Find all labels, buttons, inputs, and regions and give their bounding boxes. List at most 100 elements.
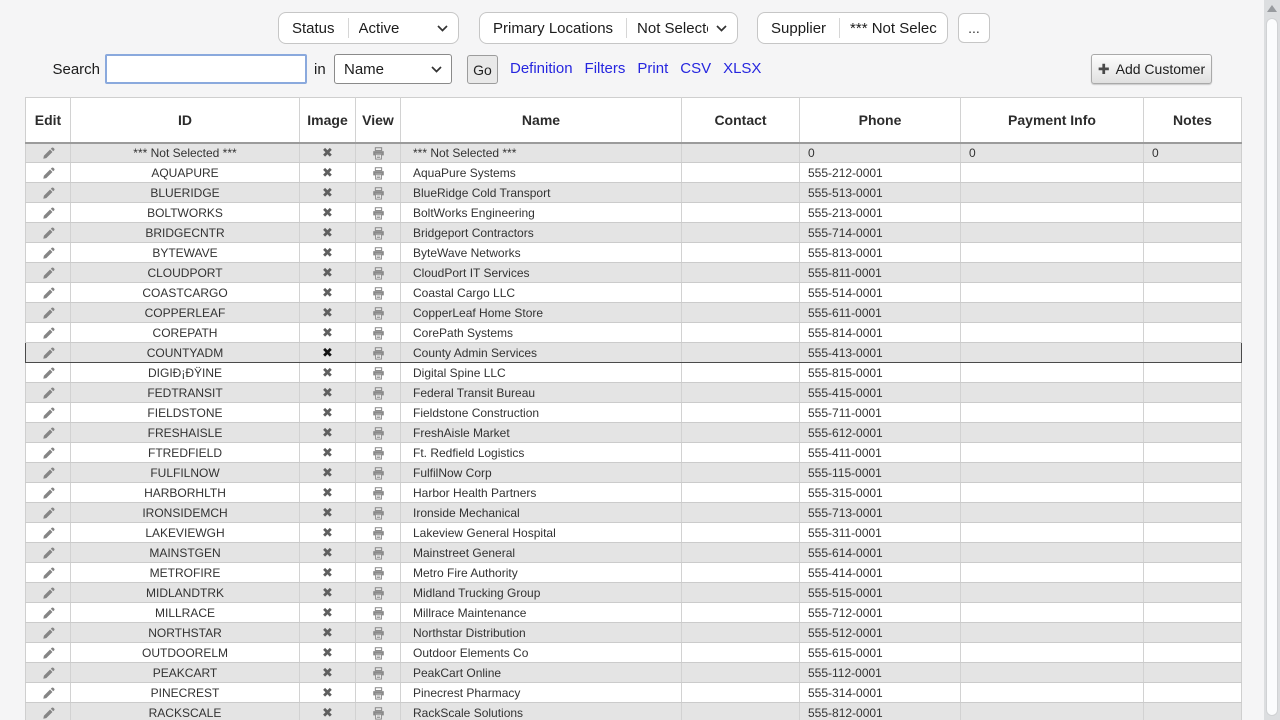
- search-input[interactable]: [105, 54, 307, 84]
- image-cell[interactable]: ✖: [300, 163, 356, 183]
- csv-link[interactable]: CSV: [680, 60, 711, 77]
- image-cell[interactable]: ✖: [300, 643, 356, 663]
- edit-cell[interactable]: [26, 443, 71, 463]
- view-cell[interactable]: [356, 483, 401, 503]
- edit-cell[interactable]: [26, 343, 71, 363]
- view-cell[interactable]: [356, 583, 401, 603]
- xlsx-link[interactable]: XLSX: [723, 60, 761, 77]
- view-cell[interactable]: [356, 143, 401, 163]
- view-cell[interactable]: [356, 403, 401, 423]
- view-cell[interactable]: [356, 283, 401, 303]
- image-cell[interactable]: ✖: [300, 243, 356, 263]
- image-cell[interactable]: ✖: [300, 303, 356, 323]
- image-cell[interactable]: ✖: [300, 443, 356, 463]
- view-cell[interactable]: [356, 183, 401, 203]
- view-cell[interactable]: [356, 163, 401, 183]
- edit-cell[interactable]: [26, 323, 71, 343]
- view-cell[interactable]: [356, 563, 401, 583]
- image-cell[interactable]: ✖: [300, 383, 356, 403]
- edit-cell[interactable]: [26, 223, 71, 243]
- image-cell[interactable]: ✖: [300, 323, 356, 343]
- edit-cell[interactable]: [26, 203, 71, 223]
- view-cell[interactable]: [356, 443, 401, 463]
- edit-cell[interactable]: [26, 543, 71, 563]
- image-cell[interactable]: ✖: [300, 183, 356, 203]
- view-cell[interactable]: [356, 603, 401, 623]
- image-cell[interactable]: ✖: [300, 143, 356, 163]
- edit-cell[interactable]: [26, 383, 71, 403]
- image-cell[interactable]: ✖: [300, 623, 356, 643]
- view-cell[interactable]: [356, 543, 401, 563]
- image-cell[interactable]: ✖: [300, 603, 356, 623]
- image-cell[interactable]: ✖: [300, 703, 356, 720]
- image-cell[interactable]: ✖: [300, 463, 356, 483]
- image-cell[interactable]: ✖: [300, 423, 356, 443]
- view-cell[interactable]: [356, 303, 401, 323]
- view-cell[interactable]: [356, 703, 401, 720]
- primary-locations-select[interactable]: Not Selected: [627, 20, 737, 37]
- view-cell[interactable]: [356, 203, 401, 223]
- image-cell[interactable]: ✖: [300, 403, 356, 423]
- view-cell[interactable]: [356, 523, 401, 543]
- add-customer-button[interactable]: ✚ Add Customer: [1091, 54, 1212, 84]
- edit-cell[interactable]: [26, 283, 71, 303]
- view-cell[interactable]: [356, 643, 401, 663]
- edit-cell[interactable]: [26, 143, 71, 163]
- image-cell[interactable]: ✖: [300, 283, 356, 303]
- view-cell[interactable]: [356, 463, 401, 483]
- edit-cell[interactable]: [26, 563, 71, 583]
- image-cell[interactable]: ✖: [300, 203, 356, 223]
- image-cell[interactable]: ✖: [300, 663, 356, 683]
- scrollbar-thumb[interactable]: [1266, 18, 1278, 716]
- edit-cell[interactable]: [26, 363, 71, 383]
- view-cell[interactable]: [356, 503, 401, 523]
- supplier-more-button[interactable]: ...: [958, 13, 990, 43]
- edit-cell[interactable]: [26, 623, 71, 643]
- edit-cell[interactable]: [26, 583, 71, 603]
- edit-cell[interactable]: [26, 603, 71, 623]
- image-cell[interactable]: ✖: [300, 223, 356, 243]
- edit-cell[interactable]: [26, 183, 71, 203]
- image-cell[interactable]: ✖: [300, 543, 356, 563]
- view-cell[interactable]: [356, 323, 401, 343]
- view-cell[interactable]: [356, 363, 401, 383]
- edit-cell[interactable]: [26, 503, 71, 523]
- edit-cell[interactable]: [26, 463, 71, 483]
- view-cell[interactable]: [356, 623, 401, 643]
- edit-cell[interactable]: [26, 423, 71, 443]
- image-cell[interactable]: ✖: [300, 563, 356, 583]
- edit-cell[interactable]: [26, 523, 71, 543]
- image-cell[interactable]: ✖: [300, 503, 356, 523]
- edit-cell[interactable]: [26, 403, 71, 423]
- edit-cell[interactable]: [26, 663, 71, 683]
- image-cell[interactable]: ✖: [300, 483, 356, 503]
- image-cell[interactable]: ✖: [300, 363, 356, 383]
- edit-cell[interactable]: [26, 243, 71, 263]
- vertical-scrollbar[interactable]: [1264, 0, 1280, 720]
- view-cell[interactable]: [356, 243, 401, 263]
- filters-link[interactable]: Filters: [585, 60, 626, 77]
- edit-cell[interactable]: [26, 263, 71, 283]
- image-cell[interactable]: ✖: [300, 523, 356, 543]
- image-cell[interactable]: ✖: [300, 343, 356, 363]
- print-link[interactable]: Print: [637, 60, 668, 77]
- go-button[interactable]: Go: [467, 55, 498, 84]
- image-cell[interactable]: ✖: [300, 263, 356, 283]
- view-cell[interactable]: [356, 343, 401, 363]
- search-field-select[interactable]: Name: [334, 54, 452, 84]
- edit-cell[interactable]: [26, 163, 71, 183]
- supplier-value-field[interactable]: *** Not Selected ***: [840, 20, 947, 37]
- edit-cell[interactable]: [26, 303, 71, 323]
- status-select[interactable]: Active: [349, 20, 458, 37]
- edit-cell[interactable]: [26, 643, 71, 663]
- view-cell[interactable]: [356, 423, 401, 443]
- image-cell[interactable]: ✖: [300, 683, 356, 703]
- definition-link[interactable]: Definition: [510, 60, 573, 77]
- view-cell[interactable]: [356, 383, 401, 403]
- edit-cell[interactable]: [26, 703, 71, 720]
- image-cell[interactable]: ✖: [300, 583, 356, 603]
- view-cell[interactable]: [356, 683, 401, 703]
- view-cell[interactable]: [356, 663, 401, 683]
- scroll-up-arrow-icon[interactable]: [1267, 5, 1277, 12]
- view-cell[interactable]: [356, 263, 401, 283]
